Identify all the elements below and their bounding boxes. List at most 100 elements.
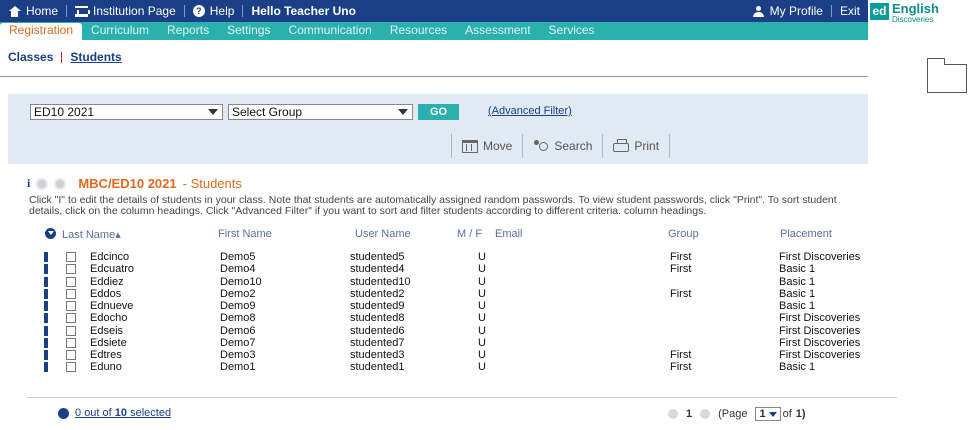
cell-user-name: studented4 xyxy=(350,263,405,276)
row-checkbox[interactable] xyxy=(66,362,76,373)
current-page: 1 xyxy=(686,408,693,420)
cell-gender: U xyxy=(478,263,486,276)
cell-last-name: Edcuatro xyxy=(90,263,135,276)
top-nav-bar: Home Institution Page ? Help Hello Teach… xyxy=(0,0,868,22)
main-menu: Registration Curriculum Reports Settings… xyxy=(0,22,868,40)
row-checkbox[interactable] xyxy=(66,325,76,336)
column-header-gender[interactable]: M / F xyxy=(457,228,482,240)
column-header-user-name[interactable]: User Name xyxy=(355,228,411,240)
menu-assessment[interactable]: Assessment xyxy=(456,23,539,40)
home-label: Home xyxy=(26,4,59,18)
chevron-down-icon xyxy=(208,109,218,115)
menu-settings[interactable]: Settings xyxy=(218,23,279,40)
cell-placement: First Discoveries xyxy=(779,349,861,361)
row-info-icon[interactable] xyxy=(44,288,48,299)
row-checkbox[interactable] xyxy=(66,313,76,324)
exit-link[interactable]: Exit xyxy=(832,4,868,18)
table-row: Edtres Demo3 studented3 U First First Discove… xyxy=(0,349,900,361)
row-info-icon[interactable] xyxy=(44,313,48,324)
table-row: Eduno Demo1 studented1 U First Basic 1 xyxy=(0,361,900,373)
user-icon xyxy=(752,5,765,17)
cell-gender: U xyxy=(478,361,486,374)
classes-link[interactable]: Classes xyxy=(8,50,53,64)
ed-logo-icon: ed xyxy=(870,3,889,20)
brand-name: English xyxy=(892,1,939,16)
selected-count: 0 xyxy=(75,407,82,419)
menu-services[interactable]: Services xyxy=(540,23,604,40)
institution-page-link[interactable]: Institution Page xyxy=(67,4,184,18)
menu-curriculum[interactable]: Curriculum xyxy=(82,23,158,40)
go-button[interactable]: GO xyxy=(418,104,459,120)
next-page-icon[interactable] xyxy=(700,409,711,419)
row-info-icon[interactable] xyxy=(44,301,48,311)
menu-resources[interactable]: Resources xyxy=(381,23,456,40)
column-header-email[interactable]: Email xyxy=(495,228,523,240)
folder-icon[interactable] xyxy=(927,58,967,93)
column-header-group[interactable]: Group xyxy=(668,228,699,240)
class-select-value: ED10 2021 xyxy=(34,105,95,119)
search-button[interactable]: Search xyxy=(522,134,602,158)
column-header-placement[interactable]: Placement xyxy=(780,228,832,240)
menu-communication[interactable]: Communication xyxy=(279,23,380,40)
search-label: Search xyxy=(554,139,593,153)
group-select-value: Select Group xyxy=(232,105,303,119)
group-select[interactable]: Select Group xyxy=(228,104,413,120)
row-info-icon[interactable] xyxy=(44,350,48,360)
cell-group: First xyxy=(670,361,692,374)
row-info-icon[interactable] xyxy=(44,325,48,336)
cell-last-name: Eddiez xyxy=(90,275,124,288)
select-menu-icon[interactable] xyxy=(58,407,69,419)
cell-group: First xyxy=(670,263,692,276)
cell-first-name: Demo9 xyxy=(220,300,256,312)
my-profile-link[interactable]: My Profile xyxy=(744,4,831,18)
row-info-icon[interactable] xyxy=(44,362,48,373)
cell-group: First xyxy=(670,349,692,361)
column-header-first-name[interactable]: First Name xyxy=(218,228,272,240)
cell-group: First xyxy=(670,251,692,263)
cell-last-name: Edseis xyxy=(90,324,124,337)
column-header-last-name[interactable]: Last Name▴ xyxy=(62,228,121,241)
move-label: Move xyxy=(483,139,513,153)
pagination: 1 (Page 1 of 1) xyxy=(668,407,806,421)
cell-gender: U xyxy=(478,287,486,300)
selection-count: 0 out of 10 selected xyxy=(58,407,171,419)
print-button[interactable]: Print xyxy=(602,134,671,158)
move-button[interactable]: Move xyxy=(451,134,522,158)
page-select[interactable]: 1 xyxy=(755,407,781,421)
row-checkbox[interactable] xyxy=(66,288,76,299)
row-checkbox[interactable] xyxy=(66,301,76,311)
menu-registration[interactable]: Registration xyxy=(0,23,83,40)
cell-gender: U xyxy=(478,300,486,312)
row-checkbox[interactable] xyxy=(66,276,76,287)
cell-user-name: studented5 xyxy=(350,251,405,263)
table-row: Eddiez Demo10 studented10 U Basic 1 xyxy=(0,276,900,288)
table-row: Edcinco Demo5 studented5 U First First Discov… xyxy=(0,251,900,263)
row-info-icon[interactable] xyxy=(44,264,48,275)
row-checkbox[interactable] xyxy=(66,252,76,262)
cell-user-name: studented7 xyxy=(350,336,405,349)
greeting: Hello Teacher Uno xyxy=(251,4,356,18)
cell-placement: First Discoveries xyxy=(779,336,861,349)
cell-placement: First Discoveries xyxy=(779,312,861,325)
info-icon[interactable]: i xyxy=(27,176,30,191)
help-link[interactable]: ? Help xyxy=(185,4,243,18)
row-info-icon[interactable] xyxy=(44,252,48,262)
row-checkbox[interactable] xyxy=(66,350,76,360)
cell-last-name: Ednueve xyxy=(90,300,134,312)
row-checkbox[interactable] xyxy=(66,264,76,275)
row-info-icon[interactable] xyxy=(44,337,48,348)
class-select[interactable]: ED10 2021 xyxy=(30,104,223,120)
students-link[interactable]: Students xyxy=(70,50,121,64)
row-info-icon[interactable] xyxy=(44,276,48,287)
advanced-filter-link[interactable]: (Advanced Filter) xyxy=(488,105,572,117)
cell-placement: Basic 1 xyxy=(779,263,816,276)
home-link[interactable]: Home xyxy=(0,4,66,18)
cell-first-name: Demo8 xyxy=(220,312,256,325)
cell-last-name: Edcinco xyxy=(90,251,130,263)
selection-count-text[interactable]: 0 out of 10 selected xyxy=(75,407,171,419)
menu-reports[interactable]: Reports xyxy=(158,23,218,40)
cell-placement: Basic 1 xyxy=(779,361,816,374)
row-checkbox[interactable] xyxy=(66,337,76,348)
prev-page-icon[interactable] xyxy=(668,409,678,419)
select-menu-icon[interactable] xyxy=(45,228,56,239)
